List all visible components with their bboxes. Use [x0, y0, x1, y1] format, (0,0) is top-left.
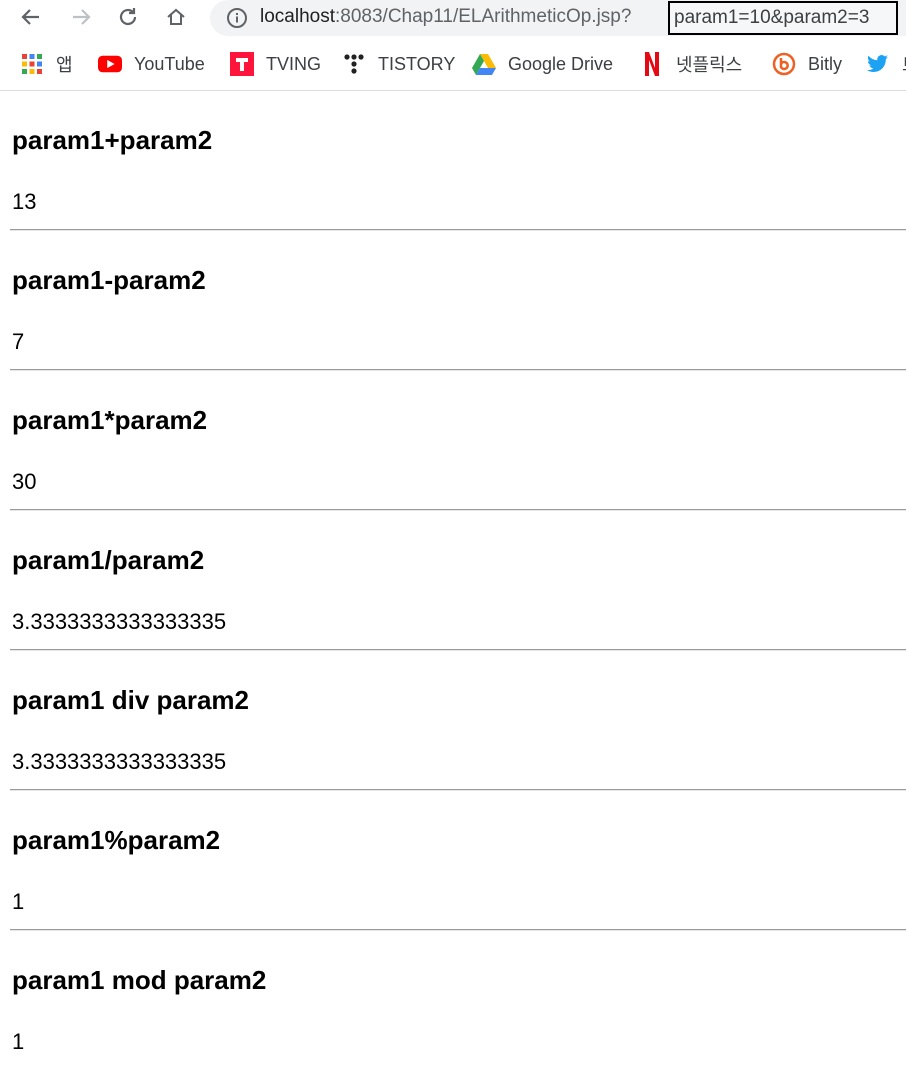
expression-heading: param1*param2: [12, 405, 208, 435]
bookmark-youtube[interactable]: YouTube: [98, 50, 205, 78]
arrow-right-icon: [73, 9, 91, 25]
result-value: 1: [12, 1029, 25, 1054]
tving-icon: [230, 52, 254, 76]
expression-heading: param1%param2: [12, 825, 221, 855]
forward-button[interactable]: [66, 2, 96, 32]
url-path: :8083/Chap11/ELArithmeticOp.jsp?: [335, 6, 632, 27]
bookmark-netflix[interactable]: 넷플릭스: [640, 50, 742, 78]
url-text: localhost:8083/Chap11/ELArithmeticOp.jsp…: [260, 3, 631, 31]
home-icon: [167, 8, 185, 25]
back-button[interactable]: [16, 2, 46, 32]
address-bar[interactable]: localhost:8083/Chap11/ELArithmeticOp.jsp…: [210, 0, 906, 36]
browser-toolbar: localhost:8083/Chap11/ELArithmeticOp.jsp…: [0, 0, 906, 36]
result-value: 13: [12, 189, 37, 214]
bookmark-bitly[interactable]: Bitly: [772, 50, 842, 78]
result-value: 7: [12, 329, 25, 354]
bookmark-label: TVING: [266, 53, 322, 74]
result-value: 3.3333333333333335: [12, 749, 227, 774]
result-section: param1+param2 13: [10, 91, 906, 231]
result-value: 3.3333333333333335: [12, 609, 227, 634]
info-icon[interactable]: [226, 7, 248, 29]
bookmark-tistory[interactable]: TISTORY: [342, 50, 455, 78]
expression-heading: param1+param2: [12, 125, 213, 155]
bookmark-twitter[interactable]: 트: [866, 50, 906, 78]
youtube-icon: [98, 52, 122, 76]
result-section: param1%param2 1: [10, 791, 906, 931]
bookmark-label: Bitly: [808, 53, 843, 74]
reload-icon: [119, 8, 137, 26]
url-query-highlight: param1=10&param2=3: [668, 1, 898, 35]
google-drive-icon: [472, 52, 496, 76]
bookmark-tving[interactable]: TVING: [230, 50, 321, 78]
bookmark-label: 앱: [56, 55, 73, 75]
result-section: param1*param2 30: [10, 371, 906, 511]
result-value: 30: [12, 469, 37, 494]
bookmark-label: YouTube: [134, 53, 205, 74]
expression-heading: param1-param2: [12, 265, 206, 295]
expression-heading: param1/param2: [12, 545, 205, 575]
bitly-icon: [772, 52, 796, 76]
result-section: param1 div param2 3.3333333333333335: [10, 651, 906, 791]
bookmark-apps[interactable]: 앱: [20, 50, 73, 78]
apps-grid-icon: [20, 52, 44, 76]
home-button[interactable]: [161, 2, 191, 32]
netflix-icon: [640, 52, 664, 76]
result-section: param1 mod param2 1: [12, 931, 906, 1056]
page-content: param1+param2 13 param1-param2 7 param1*…: [0, 91, 906, 1056]
arrow-left-icon: [21, 9, 39, 25]
bookmark-label: 트: [902, 51, 906, 77]
result-section: param1/param2 3.3333333333333335: [10, 511, 906, 651]
bookmark-label: TISTORY: [378, 53, 456, 74]
bookmark-label: Google Drive: [508, 53, 614, 74]
bookmark-google-drive[interactable]: Google Drive: [472, 50, 613, 78]
tistory-icon: [342, 52, 366, 76]
expression-heading: param1 mod param2: [12, 965, 267, 995]
expression-heading: param1 div param2: [12, 685, 250, 715]
result-section: param1-param2 7: [10, 231, 906, 371]
result-value: 1: [12, 889, 25, 914]
reload-button[interactable]: [113, 2, 143, 32]
bookmarks-bar: 앱 YouTube TVING TISTORY Google Drive 넷플릭…: [0, 36, 906, 91]
twitter-icon: [866, 52, 890, 76]
url-host: localhost: [260, 6, 335, 27]
bookmark-label: 넷플릭스: [676, 55, 743, 75]
